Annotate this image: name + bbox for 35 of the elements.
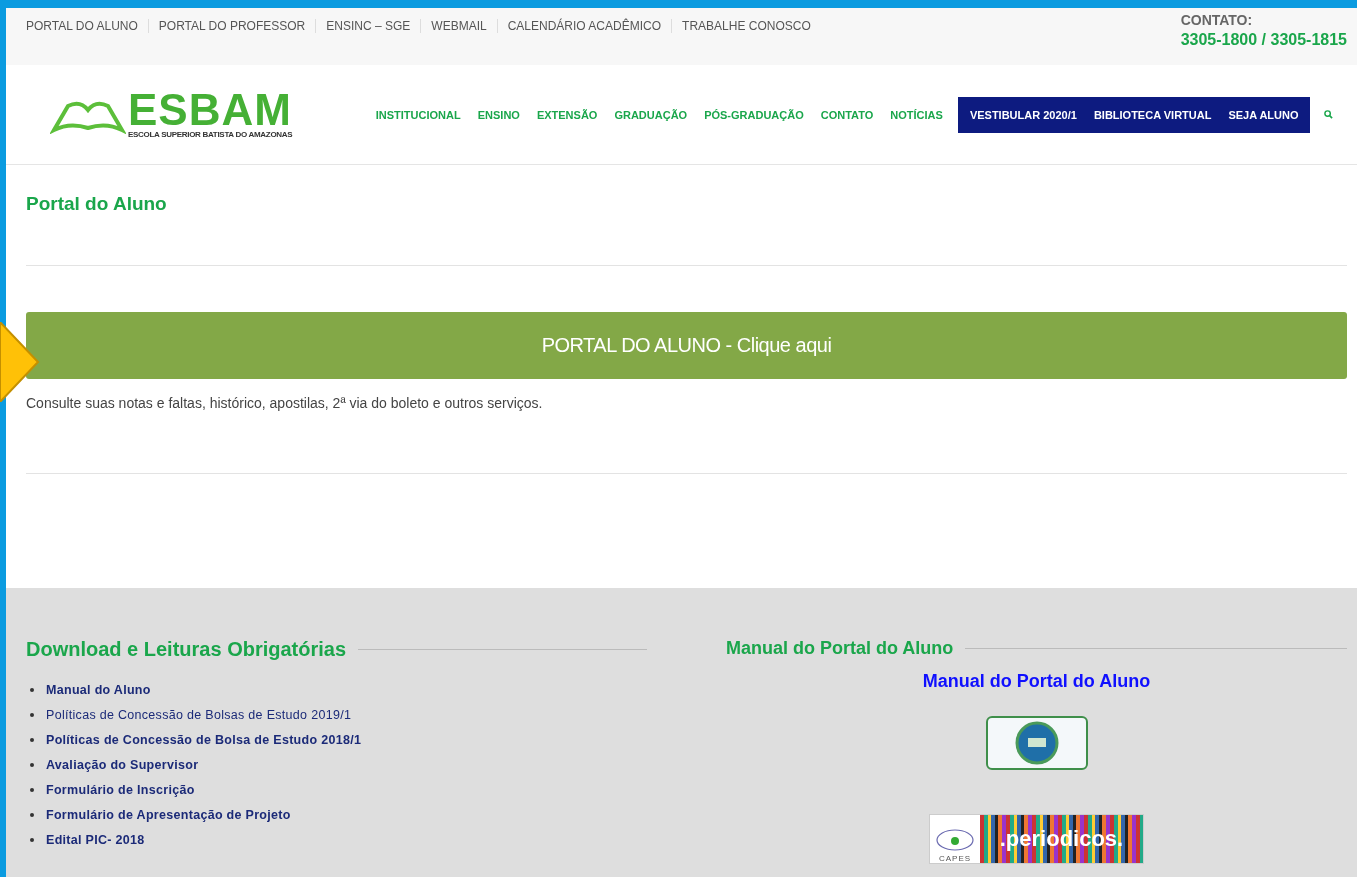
top-link[interactable]: CALENDÁRIO ACADÊMICO [496, 19, 672, 33]
bullet-icon [30, 688, 34, 692]
logo-name: ESBAM [128, 90, 292, 130]
top-link[interactable]: ENSINC – SGE [315, 19, 421, 33]
search-icon[interactable] [1324, 110, 1333, 119]
manual-link[interactable]: Manual do Portal do Aluno [922, 671, 1151, 692]
download-link[interactable]: Avaliação do Supervisor [46, 758, 199, 772]
download-link[interactable]: Políticas de Concessão de Bolsas de Estudo 2019/1 [46, 708, 352, 722]
globe-logo-icon[interactable] [985, 716, 1088, 770]
description: Consulte suas notas e faltas, histórico, apostilas, 2ª via do boleto e outros serviços. [26, 395, 544, 411]
bullet-icon [30, 713, 34, 717]
orbit-icon [935, 826, 975, 854]
top-link[interactable]: PORTAL DO PROFESSOR [147, 19, 316, 33]
top-link[interactable]: PORTAL DO ALUNO [26, 19, 148, 33]
top-link[interactable]: WEBMAIL [420, 19, 497, 33]
download-link[interactable]: Edital PIC- 2018 [46, 833, 145, 847]
bullet-icon [30, 763, 34, 767]
download-link[interactable]: Formulário de Inscrição [46, 783, 195, 797]
contact-label: CONTATO: [1180, 12, 1253, 28]
section-title: Download e Leituras Obrigatórias [26, 638, 347, 661]
periodicos-logo[interactable]: CAPES .periodicos. [929, 814, 1144, 864]
bullet-icon [30, 813, 34, 817]
periodicos-text: .periodicos. [999, 826, 1124, 852]
bullet-icon [30, 838, 34, 842]
bullet-icon [30, 788, 34, 792]
contact-phones: 3305-1800 / 3305-1815 [1180, 31, 1347, 49]
capes-caption: CAPES [938, 854, 972, 863]
download-link[interactable]: Políticas de Concessão de Bolsa de Estudo 2018/1 [46, 733, 362, 747]
download-link[interactable]: Formulário de Apresentação de Projeto [46, 808, 291, 822]
bullet-icon [30, 738, 34, 742]
top-link[interactable]: TRABALHE CONOSCO [671, 19, 821, 33]
section-title: Manual do Portal do Aluno [726, 638, 954, 659]
download-link[interactable]: Manual do Aluno [46, 683, 151, 697]
logo-tagline: ESCOLA SUPERIOR BATISTA DO AMAZONAS [128, 130, 293, 139]
page-title: Portal do Aluno [26, 192, 168, 216]
